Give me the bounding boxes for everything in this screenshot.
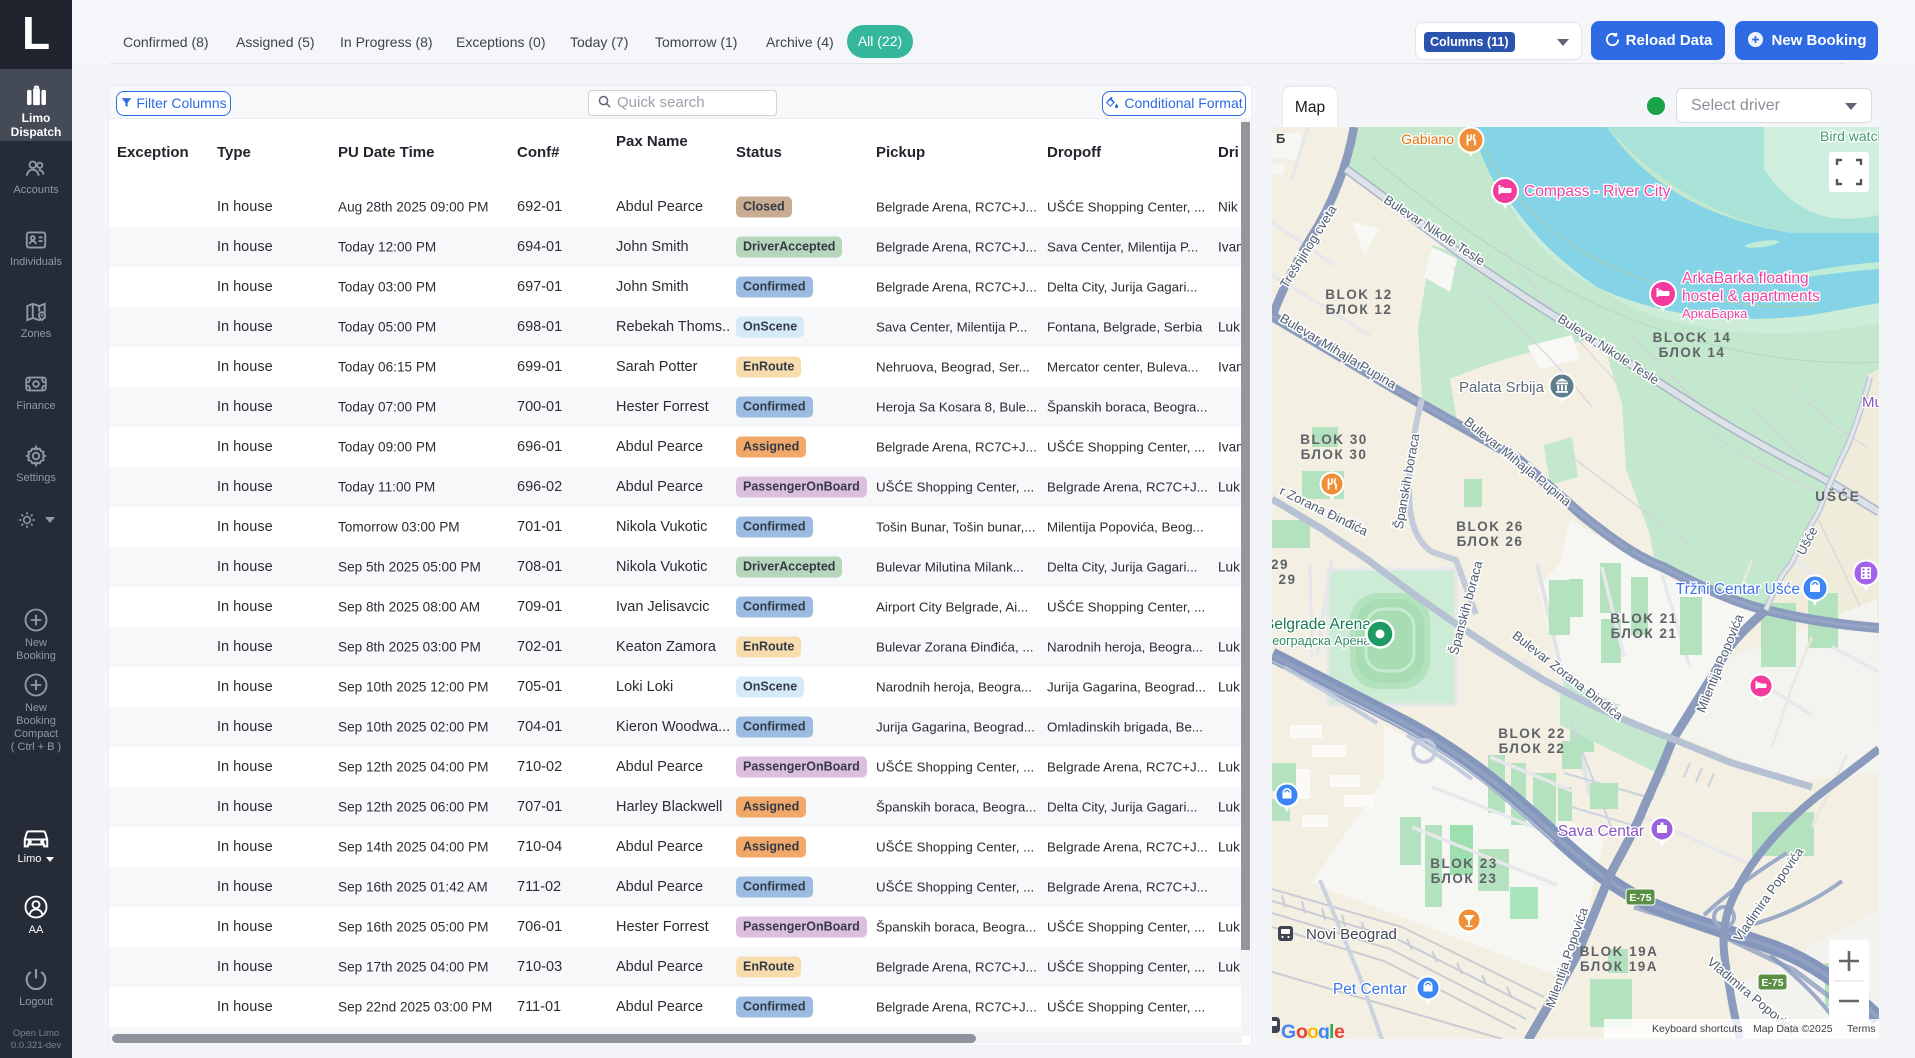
svg-text:BLOK 21: BLOK 21 bbox=[1610, 611, 1678, 626]
svg-text:БЛОК 30: БЛОК 30 bbox=[1301, 447, 1368, 462]
svg-text:БЛОК 14: БЛОК 14 bbox=[1659, 345, 1726, 360]
svg-text:БЛОК 22: БЛОК 22 bbox=[1499, 741, 1566, 756]
svg-text:G: G bbox=[1281, 1021, 1296, 1039]
svg-text:Tržni Centar Ušće: Tržni Centar Ušće bbox=[1676, 581, 1800, 598]
svg-text:Belgrade Arena: Belgrade Arena bbox=[1272, 616, 1371, 633]
svg-text:Compass - River City: Compass - River City bbox=[1524, 183, 1671, 200]
svg-text:Keyboard shortcuts: Keyboard shortcuts bbox=[1652, 1023, 1742, 1035]
svg-text:BLOK 12: BLOK 12 bbox=[1325, 287, 1393, 302]
svg-text:ArkaBarka floating: ArkaBarka floating bbox=[1682, 270, 1809, 287]
svg-text:БЛОК 19А: БЛОК 19А bbox=[1580, 959, 1658, 974]
svg-text:Terms: Terms bbox=[1847, 1023, 1876, 1035]
svg-text:BLOK 26: BLOK 26 bbox=[1456, 519, 1524, 534]
svg-text:Map Data ©2025: Map Data ©2025 bbox=[1753, 1023, 1833, 1035]
svg-text:АркаБарка: АркаБарка bbox=[1682, 306, 1748, 321]
svg-text:БЛОК 21: БЛОК 21 bbox=[1611, 626, 1678, 641]
svg-text:Sava Centar: Sava Centar bbox=[1558, 823, 1644, 840]
svg-text:BLOK 19A: BLOK 19A bbox=[1580, 944, 1659, 959]
svg-text:Pet Centar: Pet Centar bbox=[1333, 981, 1407, 998]
svg-text:BLOK 23: BLOK 23 bbox=[1430, 856, 1498, 871]
svg-text:E-75: E-75 bbox=[1761, 977, 1783, 989]
svg-text:Б: Б bbox=[1276, 131, 1285, 146]
svg-text:BLOK 22: BLOK 22 bbox=[1498, 726, 1566, 741]
svg-text:Palata Srbija: Palata Srbija bbox=[1459, 379, 1545, 396]
svg-text:UŠĆE: UŠĆE bbox=[1815, 489, 1861, 504]
svg-text:BLOK 30: BLOK 30 bbox=[1300, 432, 1368, 447]
svg-text:E-75: E-75 bbox=[1629, 892, 1651, 904]
svg-text:Београдска Арена: Београдска Арена bbox=[1272, 634, 1370, 648]
svg-text:Mu: Mu bbox=[1862, 394, 1879, 411]
svg-text:BLOCK 14: BLOCK 14 bbox=[1653, 330, 1732, 345]
svg-text:hostel & apartments: hostel & apartments bbox=[1682, 288, 1820, 305]
svg-text:Bird watch...: Bird watch... bbox=[1820, 128, 1879, 144]
svg-text:29: 29 bbox=[1272, 557, 1289, 572]
svg-text:Novi Beograd: Novi Beograd bbox=[1306, 926, 1397, 943]
svg-text:БЛОК 12: БЛОК 12 bbox=[1326, 302, 1393, 317]
svg-text:БЛОК 23: БЛОК 23 bbox=[1431, 871, 1498, 886]
svg-text:Gabiano: Gabiano bbox=[1401, 131, 1454, 147]
svg-text:К 29: К 29 bbox=[1272, 572, 1297, 587]
svg-text:e: e bbox=[1334, 1021, 1345, 1039]
svg-text:БЛОК 26: БЛОК 26 bbox=[1457, 534, 1524, 549]
